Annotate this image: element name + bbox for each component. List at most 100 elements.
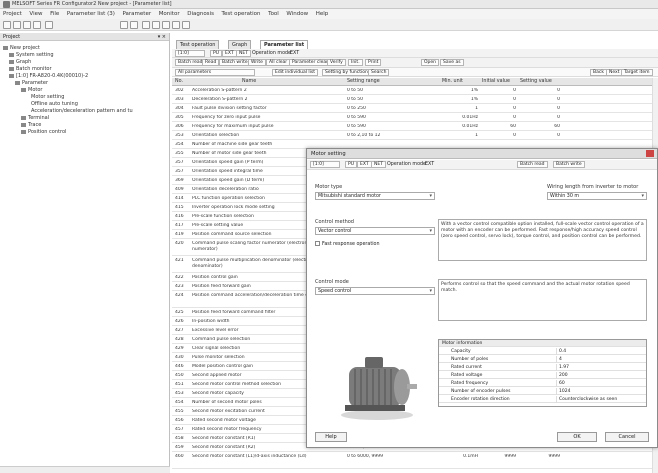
menu-parameter[interactable]: Parameter: [119, 9, 154, 17]
dialog-ext-mode-button[interactable]: EXT: [357, 161, 372, 168]
control-mode-select[interactable]: Speed control: [315, 287, 435, 295]
motor-info-header[interactable]: Motor information: [439, 340, 646, 347]
ext-mode-button[interactable]: EXT: [222, 50, 237, 57]
tree-item-offline-auto-tuning[interactable]: Offline auto tuning: [31, 101, 78, 107]
col-initial-value[interactable]: Initial value: [482, 79, 510, 84]
dialog-station-select[interactable]: [1:0]: [310, 161, 340, 168]
tab-graph[interactable]: Graph: [228, 40, 252, 49]
pu-mode-button[interactable]: PU: [210, 50, 223, 57]
col-no[interactable]: No.: [175, 79, 183, 84]
table-row[interactable]: 303 Deceleration S-pattern 2 0 to 50 1% 0 0: [172, 96, 658, 104]
fast-response-checkbox[interactable]: Fast response operation: [315, 241, 380, 247]
read-button[interactable]: Read: [202, 59, 220, 66]
table-cell[interactable]: 60: [520, 124, 560, 129]
menu-project[interactable]: Project: [0, 9, 25, 17]
table-row[interactable]: 306 Frequency for maximum input pulse 0 to…: [172, 123, 658, 131]
verify-button[interactable]: Verify: [327, 59, 346, 66]
print-button[interactable]: Print: [365, 59, 382, 66]
col-setting-value[interactable]: Setting value: [520, 79, 552, 84]
next-button[interactable]: Next: [606, 69, 623, 76]
tool-icon[interactable]: [172, 21, 180, 29]
project-horizontal-scrollbar[interactable]: [0, 466, 170, 473]
window-icon[interactable]: [182, 21, 190, 29]
monitor-icon[interactable]: [142, 21, 150, 29]
save-icon[interactable]: [23, 21, 31, 29]
table-cell[interactable]: 0: [520, 106, 560, 111]
menu-window[interactable]: Window: [283, 9, 311, 17]
table-cell[interactable]: 0: [520, 133, 560, 138]
tree-item-graph[interactable]: Graph: [9, 59, 31, 65]
tree-item-terminal[interactable]: Terminal: [21, 115, 49, 121]
init-button[interactable]: Init.: [348, 59, 363, 66]
menu-diagnosis[interactable]: Diagnosis: [184, 9, 217, 17]
parameter-list-icon[interactable]: [120, 21, 128, 29]
net-mode-button[interactable]: NET: [236, 50, 251, 57]
diagnosis-icon[interactable]: [152, 21, 160, 29]
menu-tool[interactable]: Tool: [265, 9, 282, 17]
tree-item-motor-setting[interactable]: Motor setting: [31, 94, 64, 100]
menu-parameter-list[interactable]: Parameter list (3): [64, 9, 118, 17]
control-method-select[interactable]: Vector control: [315, 227, 435, 235]
col-setting-range[interactable]: Setting range: [347, 79, 380, 84]
menu-view[interactable]: View: [26, 9, 45, 17]
parameter-clear-button[interactable]: Parameter clear: [289, 59, 331, 66]
open-button[interactable]: Open: [421, 59, 440, 66]
table-cell[interactable]: 9999: [520, 454, 560, 459]
tree-item-trace[interactable]: Trace: [21, 122, 41, 128]
menu-file[interactable]: File: [47, 9, 62, 17]
col-name[interactable]: Name: [242, 79, 256, 84]
save-as-button[interactable]: Save as: [440, 59, 464, 66]
tree-item-new-project[interactable]: New project: [3, 45, 40, 51]
parameter-filter-select[interactable]: All parameters: [175, 69, 255, 76]
tree-item-accel-decel-pattern[interactable]: Acceleration/deceleration pattern and tu: [31, 108, 133, 114]
table-row[interactable]: 304 Fault pulse division setting factor 0 …: [172, 105, 658, 113]
menu-test-operation[interactable]: Test operation: [219, 9, 264, 17]
panel-pin-close-icon[interactable]: ▾ ×: [158, 34, 166, 40]
table-row[interactable]: 353 Orientation selection 0 to 2,10 to 12 1…: [172, 132, 658, 140]
search-button[interactable]: Search: [368, 69, 390, 76]
col-min-unit[interactable]: Min. unit: [442, 79, 463, 84]
tree-item-inverter[interactable]: [1:0] FR-A820-0.4K(00010)-2: [9, 73, 88, 79]
dialog-pu-mode-button[interactable]: PU: [345, 161, 358, 168]
cancel-button[interactable]: Cancel: [605, 432, 649, 442]
tab-test-operation[interactable]: Test operation: [176, 40, 220, 49]
help-icon[interactable]: [45, 21, 53, 29]
graph-icon[interactable]: [130, 21, 138, 29]
tree-item-batch-monitor[interactable]: Batch monitor: [9, 66, 52, 72]
new-file-icon[interactable]: [3, 21, 11, 29]
dialog-batch-read-button[interactable]: Batch read: [517, 161, 548, 168]
print-icon[interactable]: [33, 21, 41, 29]
table-row[interactable]: 305 Frequency for zero input pulse 0 to 59…: [172, 114, 658, 122]
table-row[interactable]: 460 Second motor constant (L1)/d-axis ind…: [172, 453, 658, 469]
setting-by-function-button[interactable]: Setting by function: [322, 69, 371, 76]
motor-type-select[interactable]: Mitsubishi standard motor: [315, 192, 435, 200]
dialog-net-mode-button[interactable]: NET: [371, 161, 386, 168]
batch-write-button[interactable]: Batch write: [219, 59, 251, 66]
station-select[interactable]: [1:0]: [175, 50, 205, 57]
table-row[interactable]: 302 Acceleration S-pattern 2 0 to 50 1% 0 0: [172, 87, 658, 95]
table-cell[interactable]: 0: [520, 115, 560, 120]
test-operation-icon[interactable]: [162, 21, 170, 29]
all-clear-button[interactable]: All clear: [266, 59, 291, 66]
write-button[interactable]: Write: [248, 59, 266, 66]
help-button[interactable]: Help: [315, 432, 347, 442]
tree-item-motor[interactable]: Motor: [21, 87, 42, 93]
open-folder-icon[interactable]: [13, 21, 21, 29]
target-item-select[interactable]: Target item: [621, 69, 653, 76]
dialog-close-icon[interactable]: [646, 150, 654, 157]
menu-help[interactable]: Help: [313, 9, 332, 17]
menu-monitor[interactable]: Monitor: [156, 9, 183, 17]
tree-item-parameter[interactable]: Parameter: [15, 80, 48, 86]
wiring-length-select[interactable]: Within 30 m: [547, 192, 647, 200]
table-cell[interactable]: 0: [520, 88, 560, 93]
tree-item-system-setting[interactable]: System setting: [9, 52, 54, 58]
batch-read-button[interactable]: Batch read: [175, 59, 206, 66]
tab-parameter-list[interactable]: Parameter list: [260, 40, 309, 49]
edit-list-button[interactable]: Edit individual list: [272, 69, 319, 76]
table-cell[interactable]: 0: [520, 97, 560, 102]
ok-button[interactable]: OK: [557, 432, 597, 442]
checkbox-icon[interactable]: [315, 241, 320, 246]
back-button[interactable]: Back: [590, 69, 607, 76]
dialog-batch-write-button[interactable]: Batch write: [553, 161, 585, 168]
tree-item-position-control[interactable]: Position control: [21, 129, 66, 135]
